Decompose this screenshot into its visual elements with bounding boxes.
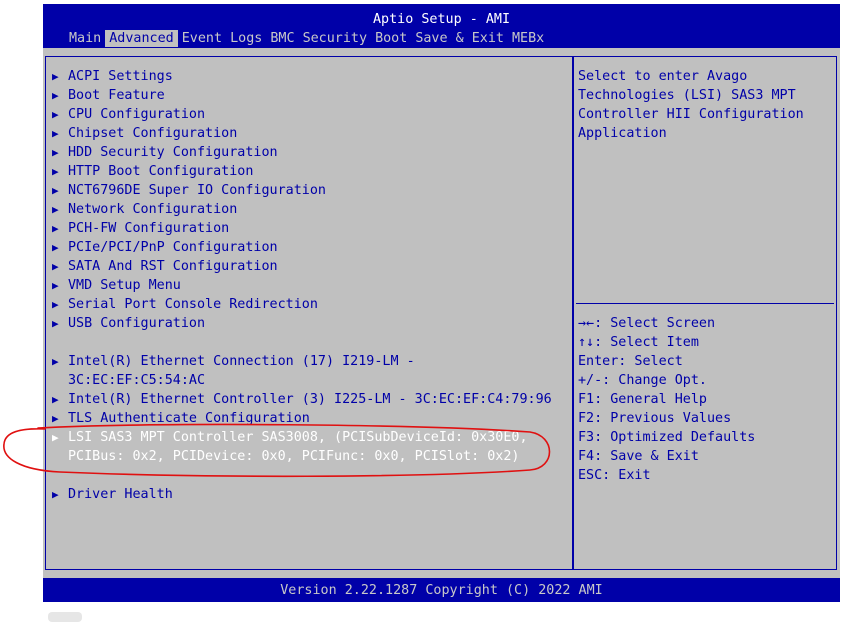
key-hint-f3: F3: Optimized Defaults <box>578 430 756 445</box>
submenu-arrow-icon: ▶ <box>52 431 59 444</box>
menu-item-chipset-configuration[interactable]: ▶ Chipset Configuration <box>52 124 237 143</box>
menu-item-intel-i225[interactable]: ▶ Intel(R) Ethernet Controller (3) I225-L… <box>52 390 552 409</box>
submenu-arrow-icon: ▶ <box>52 488 59 501</box>
menu-item-pch-fw[interactable]: ▶ PCH-FW Configuration <box>52 219 229 238</box>
footer-bar: Version 2.22.1287 Copyright (C) 2022 AMI <box>43 578 840 602</box>
help-text-line: Controller HII Configuration <box>578 107 804 122</box>
key-hint-change-opt: +/-: Change Opt. <box>578 373 707 388</box>
menu-item-intel-i219[interactable]: ▶ Intel(R) Ethernet Connection (17) I219-… <box>52 352 415 371</box>
menu-item-sata-rst[interactable]: ▶ SATA And RST Configuration <box>52 257 278 276</box>
title-bar: Aptio Setup - AMI Main Advanced Event Lo… <box>43 4 840 48</box>
menu-item-boot-feature[interactable]: ▶ Boot Feature <box>52 86 165 105</box>
menu-item-hdd-security[interactable]: ▶ HDD Security Configuration <box>52 143 278 162</box>
menu-item-cpu-configuration[interactable]: ▶ CPU Configuration <box>52 105 205 124</box>
key-hint-f1: F1: General Help <box>578 392 707 407</box>
key-hint-f4: F4: Save & Exit <box>578 449 699 464</box>
menu-item-pcie-pnp[interactable]: ▶ PCIe/PCI/PnP Configuration <box>52 238 278 257</box>
submenu-arrow-icon: ▶ <box>52 165 59 178</box>
submenu-arrow-icon: ▶ <box>52 298 59 311</box>
help-text-line: Application <box>578 126 667 141</box>
menu-panel: ▶ ACPI Settings ▶ Boot Feature ▶ CPU Config… <box>45 56 574 570</box>
tab-main[interactable]: Main <box>65 30 105 47</box>
submenu-arrow-icon: ▶ <box>52 355 59 368</box>
submenu-arrow-icon: ▶ <box>52 184 59 197</box>
help-divider <box>576 303 834 304</box>
menu-item-network-configuration[interactable]: ▶ Network Configuration <box>52 200 237 219</box>
menu-item-acpi-settings[interactable]: ▶ ACPI Settings <box>52 67 173 86</box>
help-text-line: Technologies (LSI) SAS3 MPT <box>578 88 796 103</box>
menu-item-super-io[interactable]: ▶ NCT6796DE Super IO Configuration <box>52 181 326 200</box>
key-hint-enter: Enter: Select <box>578 354 683 369</box>
tab-save-exit[interactable]: Save & Exit <box>411 30 508 47</box>
tab-advanced[interactable]: Advanced <box>105 30 178 47</box>
scroll-dots-indicator <box>48 612 82 622</box>
key-hint-select-item: ↑↓: Select Item <box>578 335 699 350</box>
submenu-arrow-icon: ▶ <box>52 393 59 406</box>
menu-item-intel-i219-mac[interactable]: 3C:EC:EF:C5:54:AC <box>68 371 205 390</box>
help-panel: Select to enter Avago Technologies (LSI)… <box>573 56 837 570</box>
version-text: Version 2.22.1287 Copyright (C) 2022 AMI <box>280 583 603 598</box>
tab-mebx[interactable]: MEBx <box>508 30 548 47</box>
submenu-arrow-icon: ▶ <box>52 412 59 425</box>
tab-boot[interactable]: Boot <box>371 30 411 47</box>
submenu-arrow-icon: ▶ <box>52 222 59 235</box>
submenu-arrow-icon: ▶ <box>52 241 59 254</box>
submenu-arrow-icon: ▶ <box>52 89 59 102</box>
tab-bmc[interactable]: BMC <box>266 30 298 47</box>
submenu-arrow-icon: ▶ <box>52 146 59 159</box>
submenu-arrow-icon: ▶ <box>52 317 59 330</box>
menu-item-serial-port-console[interactable]: ▶ Serial Port Console Redirection <box>52 295 318 314</box>
tab-bar: Main Advanced Event Logs BMC Security Bo… <box>65 30 548 47</box>
menu-item-http-boot[interactable]: ▶ HTTP Boot Configuration <box>52 162 253 181</box>
menu-item-usb-configuration[interactable]: ▶ USB Configuration <box>52 314 205 333</box>
menu-item-tls-authenticate[interactable]: ▶ TLS Authenticate Configuration <box>52 409 310 428</box>
window-title: Aptio Setup - AMI <box>372 12 511 27</box>
tab-security[interactable]: Security <box>299 30 372 47</box>
key-hint-esc: ESC: Exit <box>578 468 651 483</box>
submenu-arrow-icon: ▶ <box>52 127 59 140</box>
menu-item-lsi-sas3-controller[interactable]: ▶ LSI SAS3 MPT Controller SAS3008, (PCISu… <box>52 428 528 447</box>
tab-event-logs[interactable]: Event Logs <box>178 30 267 47</box>
key-hint-select-screen: →←: Select Screen <box>578 316 716 331</box>
submenu-arrow-icon: ▶ <box>52 260 59 273</box>
menu-item-vmd-setup[interactable]: ▶ VMD Setup Menu <box>52 276 181 295</box>
help-text-line: Select to enter Avago <box>578 69 748 84</box>
bios-setup-window: Aptio Setup - AMI Main Advanced Event Lo… <box>43 4 840 602</box>
submenu-arrow-icon: ▶ <box>52 279 59 292</box>
menu-item-lsi-sas3-pci-info[interactable]: PCIBus: 0x2, PCIDevice: 0x0, PCIFunc: 0x… <box>68 447 519 466</box>
key-hint-f2: F2: Previous Values <box>578 411 732 426</box>
menu-item-driver-health[interactable]: ▶ Driver Health <box>52 485 173 504</box>
submenu-arrow-icon: ▶ <box>52 70 59 83</box>
submenu-arrow-icon: ▶ <box>52 108 59 121</box>
submenu-arrow-icon: ▶ <box>52 203 59 216</box>
